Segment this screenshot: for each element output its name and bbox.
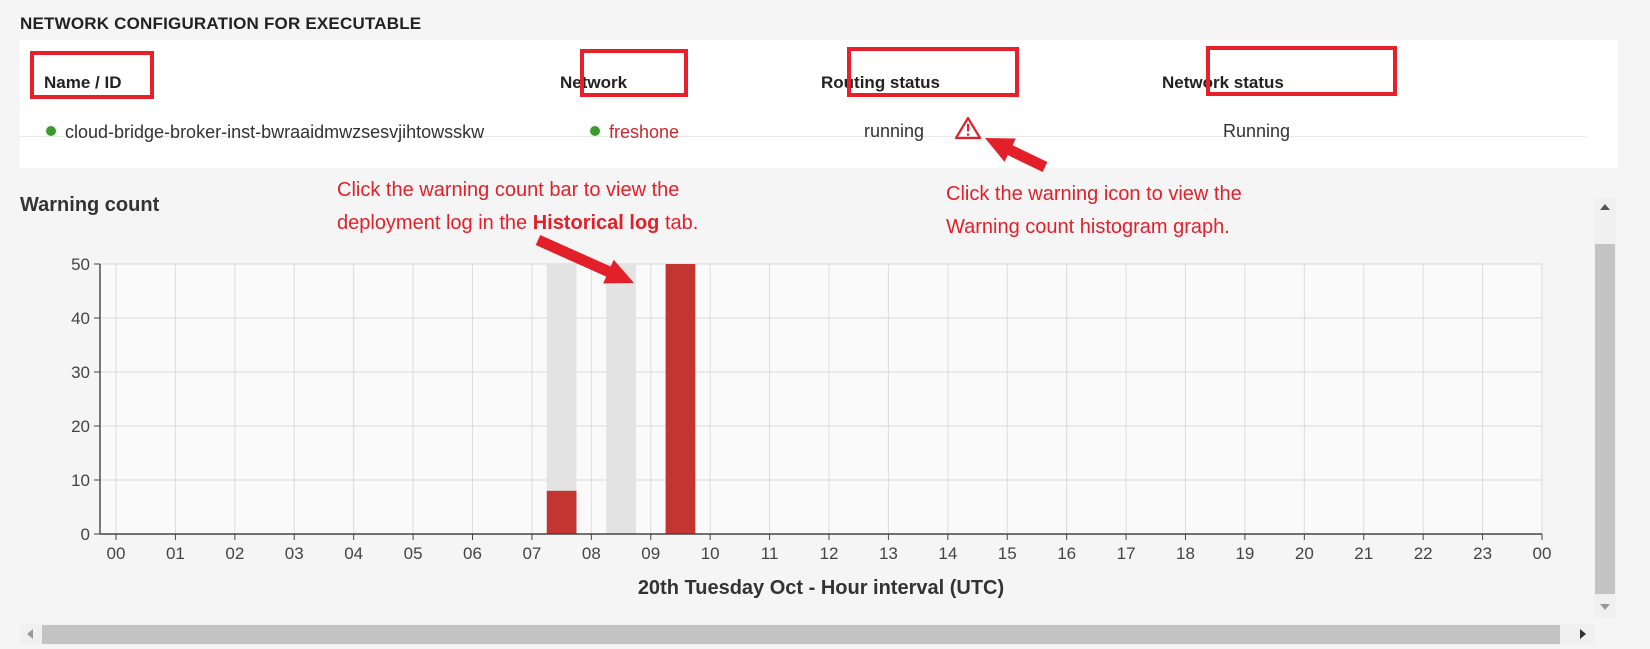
y-tick-label: 30 bbox=[71, 363, 90, 382]
x-tick-label: 15 bbox=[998, 544, 1017, 563]
x-tick-label: 00 bbox=[107, 544, 126, 563]
x-tick-label: 02 bbox=[225, 544, 244, 563]
header-highlight-box bbox=[30, 51, 154, 99]
table-cell-name: cloud-bridge-broker-inst-bwraaidmwzsesvj… bbox=[46, 122, 484, 143]
scrollbar-thumb[interactable] bbox=[42, 625, 1560, 644]
bar-annotation-line1: Click the warning count bar to view the bbox=[337, 179, 680, 201]
annotation-arrow bbox=[535, 234, 634, 284]
status-dot-icon bbox=[590, 126, 600, 136]
icon-annotation-line2: Warning count histogram graph. bbox=[946, 216, 1230, 238]
x-tick-label: 11 bbox=[761, 544, 779, 563]
y-tick-label: 10 bbox=[71, 471, 90, 490]
x-tick-label: 19 bbox=[1235, 544, 1254, 563]
bar-background bbox=[546, 264, 577, 534]
instance-name: cloud-bridge-broker-inst-bwraaidmwzsesvj… bbox=[65, 122, 485, 142]
x-tick-label: 13 bbox=[879, 544, 898, 563]
x-tick-label: 04 bbox=[344, 544, 363, 563]
x-tick-label: 03 bbox=[285, 544, 304, 563]
section-title: NETWORK CONFIGURATION FOR EXECUTABLE bbox=[20, 14, 422, 33]
table-cell-network: freshone bbox=[590, 122, 679, 143]
routing-status-text: running bbox=[864, 121, 925, 141]
bar-background bbox=[606, 264, 636, 534]
header-highlight-box bbox=[847, 47, 1019, 97]
bar-annotation: Click the warning count bar to view the … bbox=[337, 174, 698, 240]
y-tick-label: 40 bbox=[71, 309, 90, 328]
x-tick-label: 07 bbox=[522, 544, 541, 563]
x-tick-label: 16 bbox=[1057, 544, 1076, 563]
y-tick-label: 0 bbox=[81, 525, 90, 544]
x-tick-label: 18 bbox=[1176, 544, 1195, 563]
warning-count-bar[interactable] bbox=[546, 490, 577, 534]
warning-triangle-icon[interactable] bbox=[954, 116, 982, 145]
scroll-up-icon[interactable] bbox=[1600, 204, 1610, 210]
x-tick-label: 01 bbox=[166, 544, 185, 563]
x-tick-label: 17 bbox=[1117, 544, 1136, 563]
icon-annotation-line1: Click the warning icon to view the bbox=[946, 183, 1242, 205]
chart-title: Warning count bbox=[20, 194, 160, 216]
x-tick-label: 06 bbox=[463, 544, 482, 563]
x-tick-label: 08 bbox=[582, 544, 601, 563]
scrollbar-thumb[interactable] bbox=[1595, 244, 1615, 594]
x-axis-label: 20th Tuesday Oct - Hour interval (UTC) bbox=[638, 577, 1004, 599]
warning-count-bar[interactable] bbox=[665, 264, 696, 534]
x-tick-label: 22 bbox=[1414, 544, 1433, 563]
x-tick-label: 23 bbox=[1473, 544, 1492, 563]
x-tick-label: 21 bbox=[1354, 544, 1373, 563]
network-status-text: Running bbox=[1223, 121, 1291, 141]
x-tick-label: 05 bbox=[404, 544, 423, 563]
x-tick-label: 20 bbox=[1295, 544, 1314, 563]
x-tick-label: 00 bbox=[1533, 544, 1552, 563]
scroll-down-icon[interactable] bbox=[1600, 604, 1610, 610]
header-highlight-box bbox=[1206, 46, 1397, 96]
header-highlight-box bbox=[580, 49, 688, 97]
y-tick-label: 50 bbox=[71, 255, 90, 274]
x-tick-label: 14 bbox=[938, 544, 957, 563]
x-tick-label: 12 bbox=[820, 544, 839, 563]
plot-area bbox=[100, 264, 1542, 534]
status-dot-icon bbox=[46, 126, 56, 136]
horizontal-scrollbar[interactable] bbox=[20, 624, 1594, 645]
y-tick-label: 20 bbox=[71, 417, 90, 436]
network-link[interactable]: freshone bbox=[609, 122, 679, 142]
x-tick-label: 09 bbox=[641, 544, 660, 563]
icon-annotation: Click the warning icon to view the Warni… bbox=[946, 178, 1242, 244]
scroll-right-icon[interactable] bbox=[1580, 629, 1586, 639]
vertical-scrollbar[interactable] bbox=[1594, 198, 1616, 618]
bar-background bbox=[665, 264, 696, 534]
x-tick-label: 10 bbox=[701, 544, 720, 563]
scroll-left-icon[interactable] bbox=[27, 629, 33, 639]
bar-annotation-line2: deployment log in the Historical log tab… bbox=[337, 212, 699, 234]
